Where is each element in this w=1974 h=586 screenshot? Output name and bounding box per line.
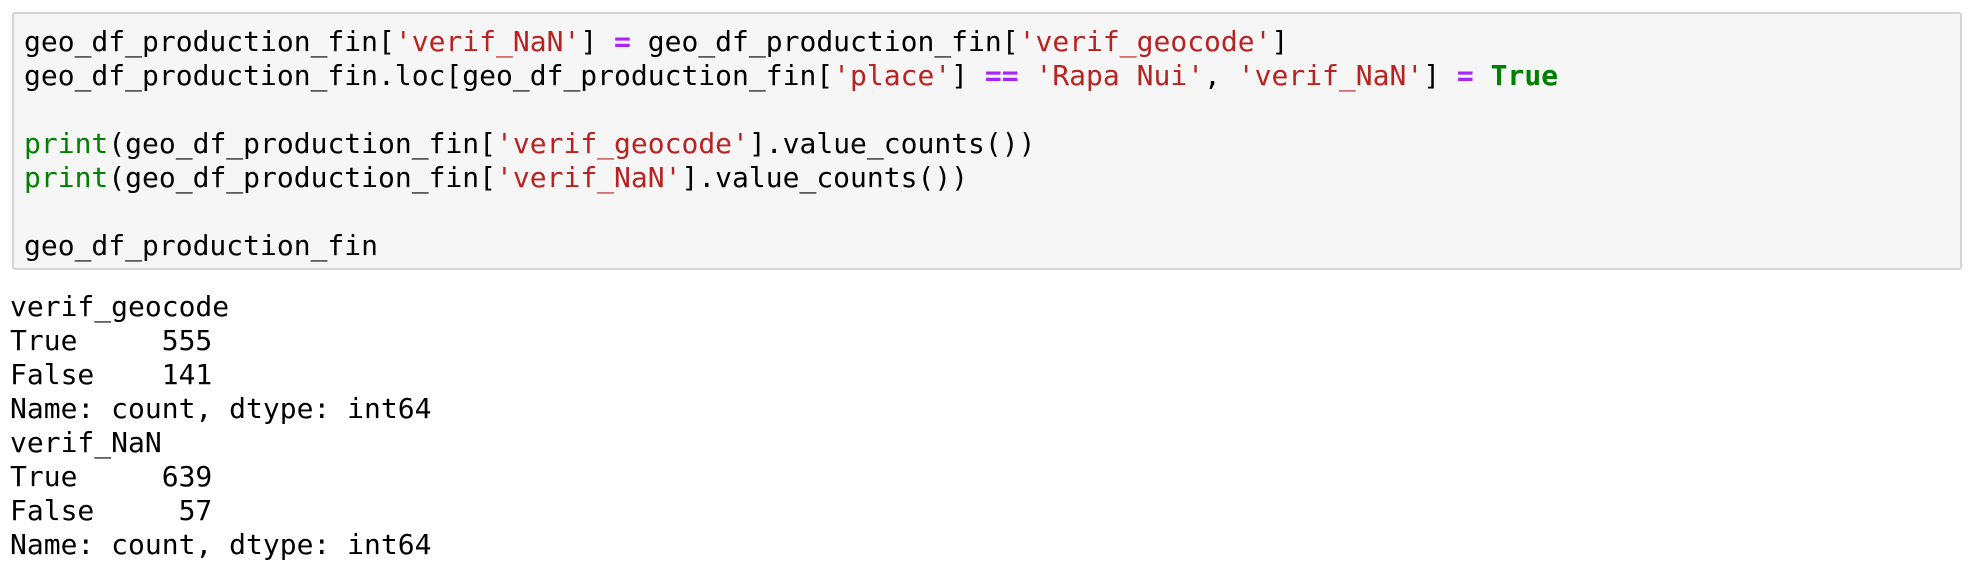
output-line: True 555 <box>10 324 213 357</box>
string-literal: 'verif_geocode' <box>496 127 749 160</box>
string-literal: 'verif_geocode' <box>1018 25 1272 58</box>
code-token: ] <box>1423 59 1457 92</box>
code-token: , <box>1204 59 1238 92</box>
code-editor[interactable]: geo_df_production_fin['verif_NaN'] = geo… <box>24 25 1558 263</box>
output-line: True 639 <box>10 460 213 493</box>
code-token: (geo_df_production_fin[ <box>108 127 497 160</box>
output-line: False 57 <box>10 494 213 527</box>
code-token: geo_df_production_fin <box>24 229 379 262</box>
code-line: geo_df_production_fin['verif_NaN'] = geo… <box>24 25 1558 59</box>
string-literal: 'Rapa Nui' <box>1035 59 1205 92</box>
string-literal: 'verif_NaN' <box>496 161 682 194</box>
output-line: verif_NaN <box>10 426 162 459</box>
code-token: ] <box>580 25 615 58</box>
builtin-function: print <box>24 127 109 160</box>
operator: = <box>1456 59 1474 92</box>
code-line: print(geo_df_production_fin['verif_geoco… <box>24 127 1558 161</box>
operator: == <box>984 59 1019 92</box>
string-literal: 'place' <box>833 59 952 92</box>
code-token: geo_df_production_fin.loc[geo_df_product… <box>24 59 834 92</box>
output-line: False 141 <box>10 358 213 391</box>
code-token: (geo_df_production_fin[ <box>108 161 497 194</box>
code-token: ].value_counts()) <box>748 127 1036 160</box>
code-line: print(geo_df_production_fin['verif_NaN']… <box>24 161 1558 195</box>
operator: = <box>614 25 631 58</box>
code-line: geo_df_production_fin.loc[geo_df_product… <box>24 59 1558 93</box>
code-token: ].value_counts()) <box>681 161 969 194</box>
code-line: geo_df_production_fin <box>24 229 1558 263</box>
code-token: ] <box>1271 25 1289 58</box>
string-literal: 'verif_NaN' <box>1237 59 1424 92</box>
code-cell[interactable]: geo_df_production_fin['verif_NaN'] = geo… <box>12 12 1962 270</box>
code-token: ] <box>951 59 985 92</box>
output-line: verif_geocode <box>10 290 230 323</box>
cell-output: verif_geocode True 555 False 141 Name: coun… <box>10 290 431 562</box>
code-token: geo_df_production_fin[ <box>24 25 395 58</box>
output-line: Name: count, dtype: int64 <box>10 392 432 425</box>
string-literal: 'verif_NaN' <box>394 25 581 58</box>
builtin-function: print <box>24 161 109 194</box>
output-line: Name: count, dtype: int64 <box>10 528 432 561</box>
keyword: True <box>1490 59 1559 92</box>
code-token: geo_df_production_fin[ <box>630 25 1019 58</box>
